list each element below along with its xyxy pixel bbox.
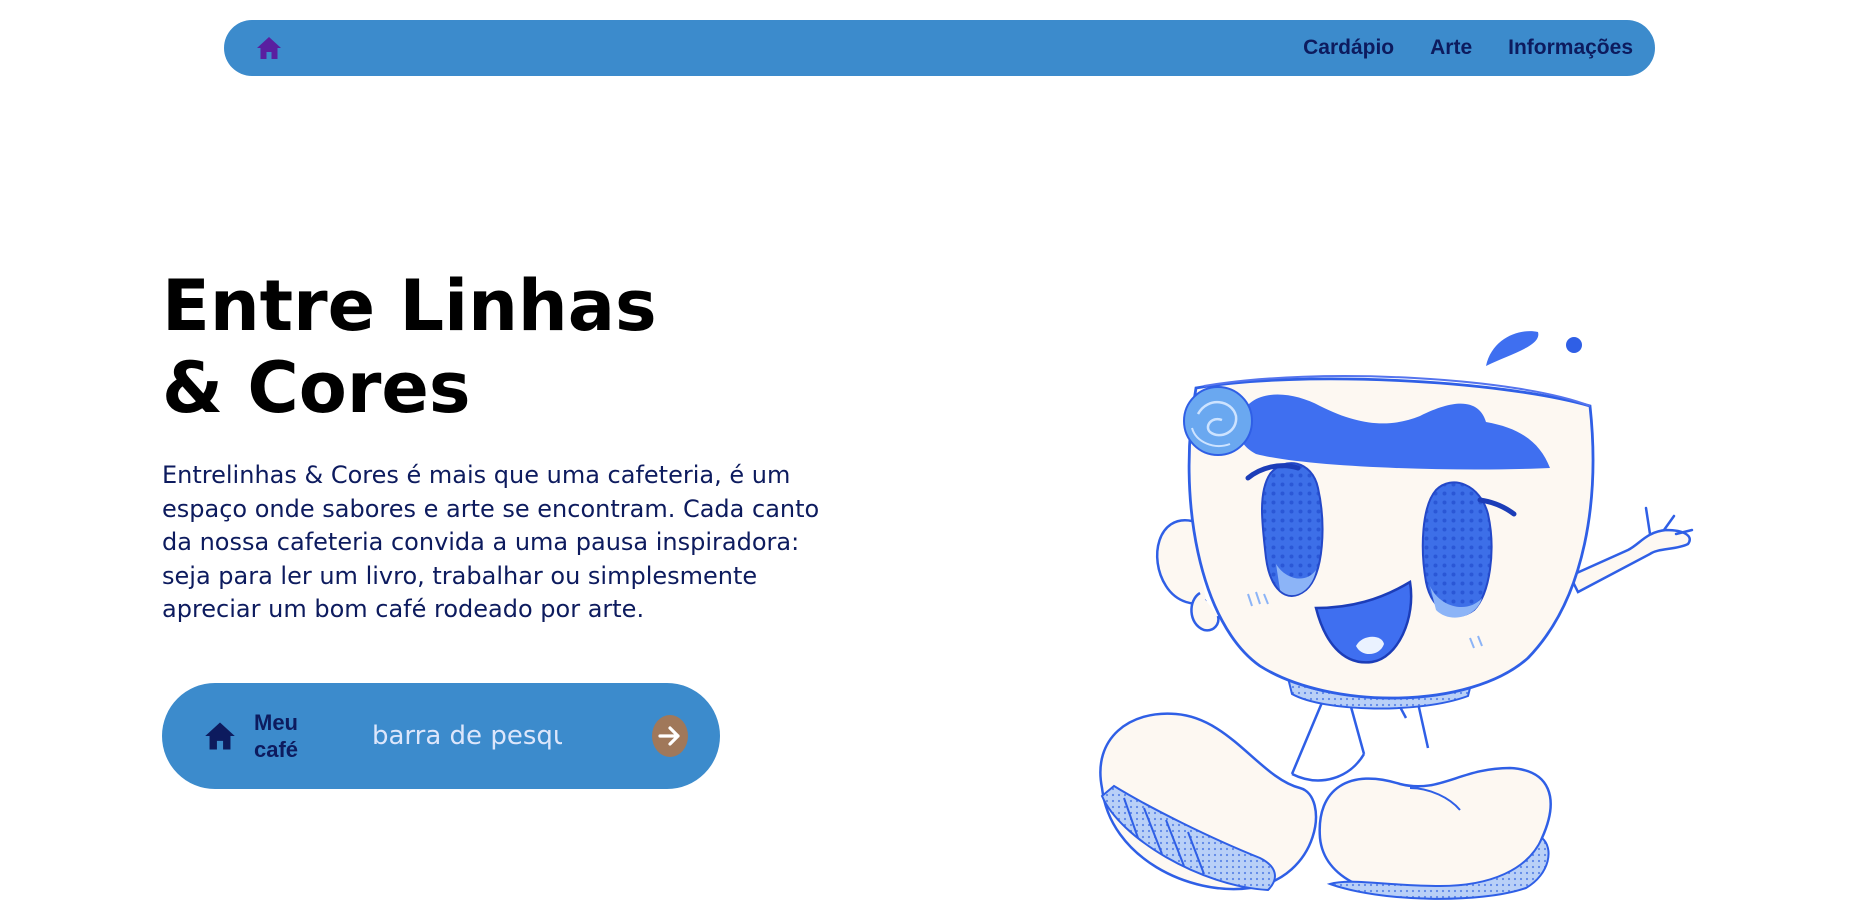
- my-cafe-label-line-2: café: [254, 737, 299, 762]
- nav-link-informacoes[interactable]: Informações: [1508, 36, 1633, 60]
- home-icon: [257, 37, 281, 59]
- hero-title: Entre Linhas & Cores: [162, 265, 657, 429]
- nav-home-link[interactable]: [254, 33, 284, 63]
- nav-link-arte[interactable]: Arte: [1430, 36, 1472, 60]
- my-cafe-label: Meu café: [254, 709, 324, 763]
- search-input[interactable]: [372, 713, 562, 759]
- home-icon: [205, 722, 235, 750]
- rose-icon: [1183, 386, 1253, 456]
- nav-links: Cardápio Arte Informações: [1303, 20, 1633, 76]
- hero-description: Entrelinhas & Cores é mais que uma cafet…: [162, 461, 820, 623]
- hero-title-line-2: & Cores: [162, 347, 471, 429]
- arrow-right-icon: [658, 726, 680, 746]
- coffee-cup-mascot-illustration: [1099, 331, 1694, 900]
- search-bar: Meu café: [162, 683, 720, 789]
- search-submit-button[interactable]: [652, 715, 688, 757]
- nav-link-cardapio[interactable]: Cardápio: [1303, 36, 1394, 60]
- hero-title-line-1: Entre Linhas: [162, 265, 657, 347]
- top-navbar: Cardápio Arte Informações: [224, 20, 1655, 76]
- my-cafe-label-line-1: Meu: [254, 710, 298, 735]
